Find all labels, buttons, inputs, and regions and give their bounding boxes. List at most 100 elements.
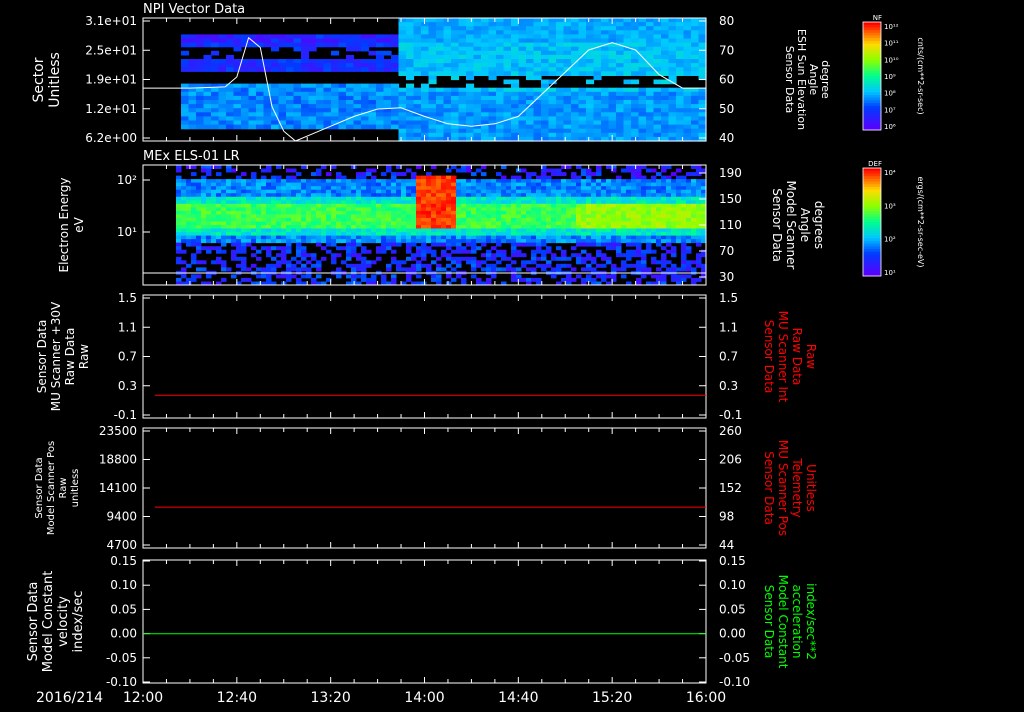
heatmap-cell: [211, 235, 217, 240]
heatmap-cell: [646, 108, 655, 113]
heatmap-cell: [341, 217, 347, 222]
heatmap-cell: [428, 42, 437, 48]
heatmap-cell: [216, 249, 222, 254]
heatmap-cell: [578, 71, 587, 76]
left-ylabel-line: index/sec: [71, 591, 86, 653]
heatmap-cell: [226, 189, 232, 194]
heatmap-cell: [421, 246, 427, 251]
heatmap-cell: [436, 196, 442, 201]
heatmap-cell: [646, 132, 655, 138]
heatmap-cell: [606, 203, 612, 208]
heatmap-cell: [353, 100, 362, 105]
heatmap-cell: [551, 225, 557, 229]
heatmap-cell: [518, 46, 527, 52]
heatmap-cell: [413, 54, 422, 60]
right-ylabel-line: Sensor Data: [770, 188, 784, 262]
heatmap-cell: [256, 274, 262, 279]
heatmap-cell: [366, 249, 372, 254]
heatmap-cell: [661, 232, 667, 237]
heatmap-cell: [361, 232, 367, 237]
heatmap-cell: [446, 210, 452, 215]
heatmap-cell: [581, 221, 587, 226]
heatmap-cell: [281, 203, 287, 208]
heatmap-cell: [401, 196, 407, 201]
heatmap-cell: [406, 59, 415, 64]
heatmap-cell: [486, 217, 492, 222]
heatmap-cell: [426, 246, 432, 251]
heatmap-cell: [623, 95, 632, 101]
heatmap-cell: [631, 59, 640, 64]
heatmap-cell: [181, 116, 190, 122]
heatmap-cell: [326, 221, 332, 226]
heatmap-cell: [536, 182, 542, 187]
heatmap-cell: [386, 267, 392, 272]
heatmap-cell: [391, 274, 397, 279]
heatmap-cell: [263, 63, 272, 68]
heatmap-cell: [176, 239, 182, 244]
heatmap-cell: [631, 104, 640, 109]
heatmap-cell: [546, 189, 552, 194]
heatmap-cell: [668, 26, 677, 31]
heatmap-cell: [371, 221, 377, 226]
heatmap-cell: [391, 186, 397, 191]
heatmap-cell: [338, 83, 347, 89]
heatmap-cell: [556, 263, 562, 268]
heatmap-cell: [541, 182, 547, 187]
heatmap-cell: [401, 267, 407, 272]
heatmap-cell: [571, 18, 580, 23]
heatmap-cell: [421, 196, 427, 201]
heatmap-cell: [201, 196, 207, 201]
heatmap-cell: [548, 87, 557, 93]
heatmap-cell: [323, 67, 332, 72]
heatmap-cell: [188, 34, 197, 40]
heatmap-cell: [646, 91, 655, 97]
heatmap-cell: [556, 186, 562, 191]
heatmap-cell: [626, 232, 632, 237]
heatmap-cell: [218, 83, 227, 89]
heatmap-cell: [691, 46, 700, 52]
heatmap-cell: [396, 242, 402, 247]
heatmap-cell: [383, 38, 392, 44]
heatmap-cell: [473, 95, 482, 101]
heatmap-cell: [596, 179, 602, 184]
heatmap-cell: [406, 256, 412, 261]
heatmap-cell: [186, 200, 192, 205]
heatmap-cell: [466, 59, 475, 64]
heatmap-cell: [181, 267, 187, 272]
heatmap-cell: [601, 196, 607, 201]
heatmap-cell: [546, 200, 552, 205]
heatmap-cell: [596, 200, 602, 205]
heatmap-cell: [546, 214, 552, 219]
heatmap-cell: [461, 196, 467, 201]
heatmap-cell: [486, 263, 492, 268]
heatmap-cell: [391, 242, 397, 247]
heatmap-cell: [691, 196, 697, 201]
heatmap-cell: [366, 182, 372, 187]
heatmap-cell: [651, 214, 657, 219]
heatmap-cell: [346, 112, 355, 117]
heatmap-cell: [226, 200, 232, 205]
heatmap-cell: [571, 108, 580, 113]
heatmap-cell: [436, 46, 445, 52]
heatmap-cell: [261, 168, 267, 173]
heatmap-cell: [411, 179, 417, 184]
heatmap-cell: [216, 214, 222, 219]
heatmap-cell: [506, 256, 512, 261]
heatmap-cell: [293, 91, 302, 97]
heatmap-cell: [311, 253, 317, 258]
heatmap-cell: [323, 38, 332, 44]
heatmap-cell: [461, 214, 467, 219]
heatmap-cell: [596, 165, 602, 169]
heatmap-cell: [236, 232, 242, 237]
heatmap-cell: [616, 67, 625, 72]
heatmap-cell: [591, 214, 597, 219]
heatmap-cell: [646, 112, 655, 117]
heatmap-cell: [511, 267, 517, 272]
heatmap-cell: [341, 175, 347, 180]
heatmap-cell: [661, 63, 670, 68]
heatmap-cell: [616, 196, 622, 201]
heatmap-cell: [676, 108, 685, 113]
heatmap-cell: [506, 207, 512, 212]
heatmap-cell: [501, 179, 507, 184]
heatmap-cell: [676, 38, 685, 44]
